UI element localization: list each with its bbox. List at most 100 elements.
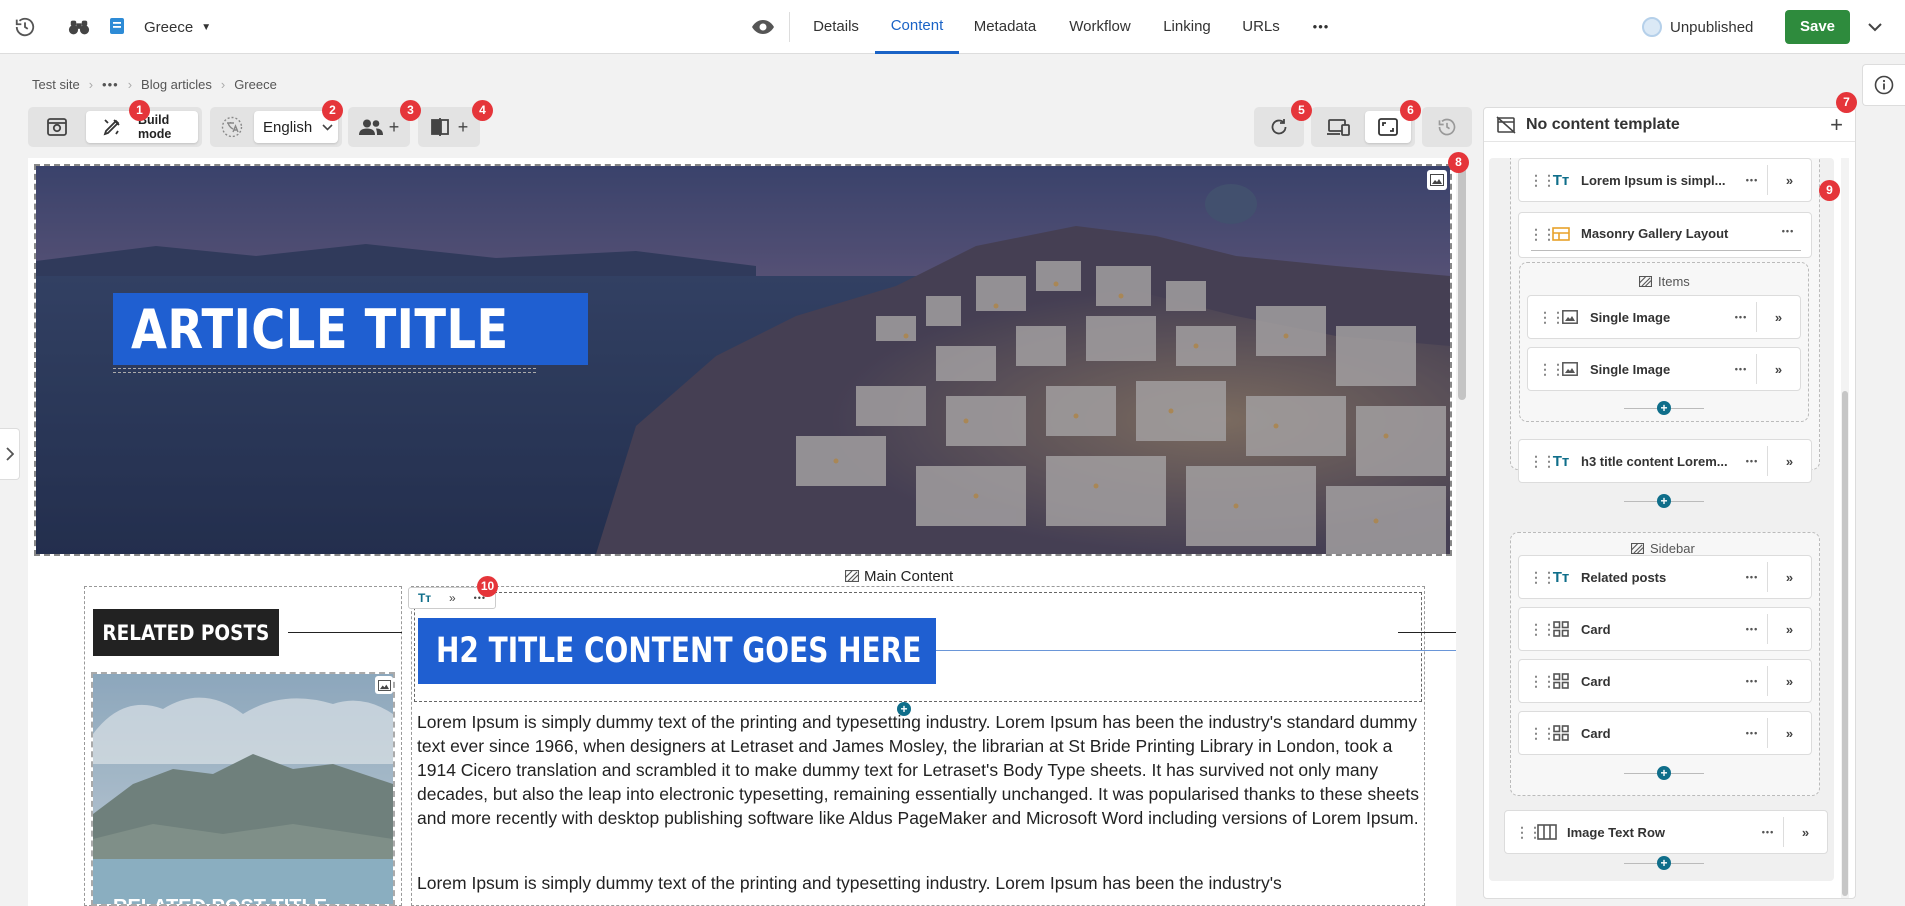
more-options-icon[interactable]: ••• [1773, 226, 1803, 236]
drag-handle-icon[interactable]: ⋮⋮ [1529, 673, 1556, 690]
expand-icon[interactable]: » [1767, 165, 1811, 195]
tab-metadata[interactable]: Metadata [970, 0, 1040, 54]
hatch-icon [1639, 276, 1652, 287]
related-post-card[interactable]: RELATED POST TITLE [91, 672, 395, 906]
tree-item[interactable]: ⋮⋮ Card ••• » [1518, 659, 1812, 703]
image-settings-icon[interactable] [1427, 170, 1447, 190]
tab-content[interactable]: Content [875, 0, 959, 54]
breadcrumb-item[interactable]: Test site [32, 77, 80, 92]
breadcrumb-item[interactable]: Greece [234, 77, 277, 92]
info-panel-button[interactable] [1862, 64, 1905, 106]
hero-banner[interactable]: ARTICLE TITLE [34, 164, 1452, 556]
drag-handle-icon[interactable]: ⋮⋮ [1529, 453, 1556, 470]
add-variant-button[interactable]: + [422, 111, 476, 143]
add-item-button[interactable]: + [1657, 856, 1671, 870]
tree-item[interactable]: ⋮⋮ Tт Related posts ••• » [1518, 555, 1812, 599]
breadcrumb-more[interactable]: ••• [102, 77, 119, 92]
more-options-icon[interactable]: ••• [1737, 624, 1767, 634]
more-options-icon[interactable]: ••• [1737, 728, 1767, 738]
version-history-group[interactable] [1422, 107, 1472, 147]
paragraph-1[interactable]: Lorem Ipsum is simply dummy text of the … [417, 710, 1419, 830]
add-template-button[interactable]: + [1830, 112, 1843, 138]
more-options-icon[interactable]: ••• [1737, 456, 1767, 466]
tree-item[interactable]: ⋮⋮ Card ••• » [1518, 711, 1812, 755]
more-options-icon[interactable]: ••• [1737, 676, 1767, 686]
tab-urls[interactable]: URLs [1236, 0, 1286, 54]
tree-item[interactable]: ⋮⋮ Image Text Row ••• » [1504, 810, 1828, 854]
split-variant-icon [430, 118, 449, 136]
main-content-label[interactable]: Main Content [840, 567, 959, 585]
more-tabs-button[interactable]: ••• [1306, 0, 1336, 54]
more-options-icon[interactable]: ••• [1737, 572, 1767, 582]
breadcrumb-item[interactable]: Blog articles [141, 77, 212, 92]
image-settings-icon[interactable] [375, 676, 393, 694]
drag-handle-icon[interactable]: ⋮⋮ [1529, 621, 1556, 638]
expand-icon[interactable]: » [1783, 817, 1827, 847]
panel-scrollbar-thumb[interactable] [1842, 391, 1848, 896]
expand-icon[interactable]: » [1756, 354, 1800, 384]
variant-group[interactable]: + [418, 107, 480, 147]
expand-icon[interactable]: » [1767, 666, 1811, 696]
chevron-right-icon [5, 447, 14, 461]
related-posts-heading[interactable]: RELATED POSTS [93, 609, 279, 656]
tree-item[interactable]: ⋮⋮ Tт h3 title content Lorem... ••• » [1518, 439, 1812, 483]
expand-block-icon[interactable]: » [449, 591, 456, 605]
history-icon[interactable] [12, 15, 38, 39]
more-options-icon[interactable]: ••• [1753, 827, 1783, 837]
tree-item[interactable]: ⋮⋮ Card ••• » [1518, 607, 1812, 651]
add-audience-button[interactable]: + [352, 111, 406, 143]
preview-icon [47, 118, 67, 136]
expand-icon[interactable]: » [1756, 302, 1800, 332]
more-options-icon[interactable]: ••• [1726, 364, 1756, 374]
tab-workflow[interactable]: Workflow [1063, 0, 1137, 54]
expand-icon[interactable]: » [1767, 718, 1811, 748]
drag-handle-icon[interactable]: ⋮⋮ [1538, 309, 1565, 326]
more-options-icon[interactable]: ••• [1726, 312, 1756, 322]
hero-title[interactable]: ARTICLE TITLE [113, 293, 589, 365]
panel-tree: ⋮⋮ Tт Lorem Ipsum is simpl... ••• » ⋮⋮ M… [1489, 158, 1834, 881]
users-icon [358, 119, 383, 135]
preview-mode-button[interactable] [32, 111, 82, 143]
add-item-button[interactable]: + [1657, 766, 1671, 780]
save-button[interactable]: Save [1785, 10, 1850, 44]
h2-title[interactable]: H2 TITLE CONTENT GOES HERE [418, 618, 936, 684]
callout-badge-1: 1 [129, 100, 150, 121]
drag-handle-icon[interactable]: ⋮⋮ [1529, 725, 1556, 742]
drag-handle-icon[interactable]: ⋮⋮ [1529, 226, 1556, 243]
text-icon: Tт [1552, 171, 1570, 189]
version-history-button[interactable] [1426, 111, 1468, 143]
add-item-button[interactable]: + [1657, 401, 1671, 415]
publish-status[interactable]: Unpublished [1642, 15, 1753, 39]
tree-item[interactable]: ⋮⋮ Single Image ••• » [1527, 295, 1801, 339]
preview-eye-icon[interactable] [750, 15, 776, 39]
device-preview-button[interactable] [1315, 111, 1361, 143]
devices-icon [1327, 119, 1350, 136]
text-type-icon[interactable]: Tт [418, 591, 431, 605]
binoculars-icon[interactable] [66, 15, 92, 39]
tree-item[interactable]: ⋮⋮ Single Image ••• » [1527, 347, 1801, 391]
expand-icon[interactable]: » [1767, 446, 1811, 476]
tree-item-label: Card [1581, 673, 1611, 689]
expand-icon[interactable]: » [1767, 614, 1811, 644]
more-options-icon[interactable]: ••• [1737, 175, 1767, 185]
page-icon [108, 16, 126, 36]
tab-details[interactable]: Details [806, 0, 866, 54]
canvas-scrollbar[interactable] [1458, 160, 1466, 400]
language-value: English [263, 118, 313, 136]
translate-button[interactable] [214, 111, 250, 143]
tree-item[interactable]: ⋮⋮ Masonry Gallery Layout ••• [1518, 212, 1812, 258]
tree-item[interactable]: ⋮⋮ Tт Lorem Ipsum is simpl... ••• » [1518, 158, 1812, 202]
tree-item-label: Image Text Row [1567, 824, 1666, 840]
drag-handle-icon[interactable]: ⋮⋮ [1529, 569, 1556, 586]
drag-handle-icon[interactable]: ⋮⋮ [1538, 361, 1565, 378]
drag-handle-icon[interactable]: ⋮⋮ [1515, 824, 1542, 841]
site-selector[interactable]: Greece ▼ [144, 17, 211, 37]
paragraph-2[interactable]: Lorem Ipsum is simply dummy text of the … [417, 871, 1419, 895]
tab-linking[interactable]: Linking [1158, 0, 1216, 54]
expand-icon[interactable]: » [1767, 562, 1811, 592]
drag-handle-icon[interactable]: ⋮⋮ [1529, 172, 1556, 189]
left-panel-toggle[interactable] [0, 428, 20, 480]
hatch-icon [845, 570, 859, 582]
save-options-chevron-icon[interactable] [1864, 16, 1886, 38]
add-item-button[interactable]: + [1657, 494, 1671, 508]
